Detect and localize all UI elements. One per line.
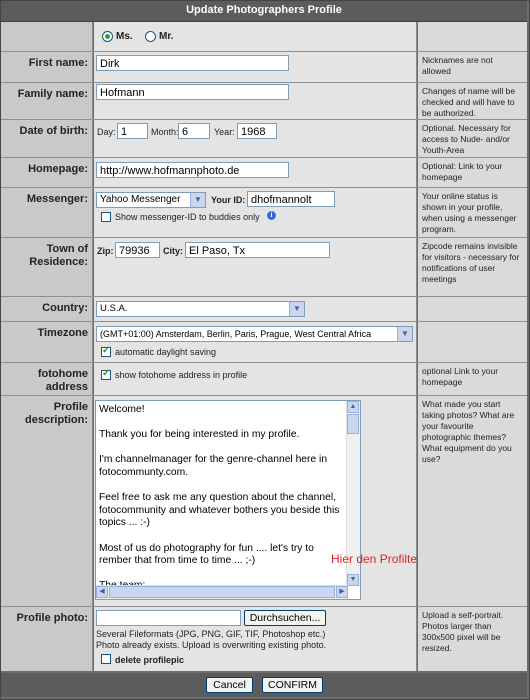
- dst-checkbox[interactable]: [101, 345, 111, 357]
- scroll-thumb-horizontal[interactable]: [109, 586, 335, 598]
- chevron-down-icon: ▼: [397, 327, 412, 341]
- chevron-down-icon: ▼: [190, 193, 205, 207]
- scroll-right-icon[interactable]: ▶: [336, 586, 348, 598]
- timezone-field-cell: (GMT+01:00) Amsterdam, Berlin, Paris, Pr…: [94, 322, 417, 362]
- scroll-left-icon[interactable]: ◀: [96, 586, 108, 598]
- description-hint-text: What made you start taking photos? What …: [422, 399, 515, 464]
- homepage-hint: Optional: Link to your homepage: [418, 158, 527, 187]
- messenger-row: Messenger: Yahoo Messenger ▼ Your ID: dho…: [1, 188, 527, 237]
- dob-year-input[interactable]: 1968: [237, 123, 277, 139]
- description-hint: What made you start taking photos? What …: [418, 396, 527, 606]
- first-name-field-cell: Dirk: [94, 52, 417, 82]
- dst-label: automatic daylight saving: [115, 347, 217, 357]
- country-field-cell: U.S.A. ▼: [94, 297, 417, 321]
- messenger-show-label: Show messenger-ID to buddies only: [115, 212, 260, 222]
- family-name-input[interactable]: Hofmann: [96, 84, 289, 100]
- timezone-hint-cell: [418, 322, 527, 362]
- timezone-select[interactable]: (GMT+01:00) Amsterdam, Berlin, Paris, Pr…: [96, 326, 413, 342]
- photo-exists-text: Photo already exists. Upload is overwrit…: [96, 640, 327, 650]
- family-name-label: Family name:: [1, 83, 93, 119]
- fotohome-hint: optional Link to your homepage: [418, 363, 527, 395]
- dob-month-label: Month:: [151, 127, 179, 137]
- page-title: Update Photographers Profile: [1, 1, 527, 22]
- gender-ms-label: Ms.: [116, 31, 133, 42]
- dob-label: Date of birth:: [1, 120, 93, 157]
- gender-mr-label: Mr.: [159, 31, 174, 42]
- photo-field-cell: Durchsuchen... Several Fileformats (JPG,…: [94, 607, 417, 671]
- timezone-label: Timezone: [1, 322, 93, 362]
- country-hint-cell: [418, 297, 527, 321]
- description-row: Profile description: Welcome! Thank you …: [1, 396, 527, 606]
- scroll-thumb[interactable]: [347, 414, 359, 434]
- photo-hint: Upload a self-portrait. Photos larger th…: [418, 607, 527, 671]
- town-field-cell: Zip: 79936 City: El Paso, Tx: [94, 238, 417, 296]
- gender-mr-radio[interactable]: [145, 31, 156, 42]
- country-label: Country:: [1, 297, 93, 321]
- city-label: City:: [163, 246, 183, 256]
- dob-row: Date of birth: Day: 1 Month: 6 Year: 196…: [1, 120, 527, 157]
- messenger-label: Messenger:: [1, 188, 93, 237]
- fotohome-show-label: show fotohome address in profile: [115, 370, 248, 380]
- zip-label: Zip:: [97, 246, 114, 256]
- browse-button[interactable]: Durchsuchen...: [244, 610, 326, 626]
- messenger-select[interactable]: Yahoo Messenger ▼: [96, 192, 206, 208]
- gender-label-cell: [1, 22, 93, 51]
- city-input[interactable]: El Paso, Tx: [185, 242, 330, 258]
- info-icon[interactable]: i: [267, 211, 276, 220]
- homepage-row: Homepage: http://www.hofmannphoto.de Opt…: [1, 158, 527, 187]
- town-row: Town of Residence: Zip: 79936 City: El P…: [1, 238, 527, 296]
- timezone-row: Timezone (GMT+01:00) Amsterdam, Berlin, …: [1, 322, 527, 362]
- fotohome-row: fotohome address show fotohome address i…: [1, 363, 527, 395]
- first-name-hint: Nicknames are not allowed: [418, 52, 527, 82]
- confirm-button[interactable]: CONFIRM: [262, 677, 323, 693]
- dob-month-input[interactable]: 6: [178, 123, 210, 139]
- scroll-down-icon[interactable]: ▼: [347, 574, 359, 586]
- cancel-button[interactable]: Cancel: [206, 677, 253, 693]
- delete-photo-label: delete profilepic: [115, 655, 185, 665]
- dob-hint: Optional. Necessary for access to Nude- …: [418, 120, 527, 157]
- town-label: Town of Residence:: [1, 238, 93, 296]
- messenger-hint: Your online status is shown in your prof…: [418, 188, 527, 237]
- scroll-up-icon[interactable]: ▲: [347, 401, 359, 413]
- town-hint: Zipcode remains invisible for visitors -…: [418, 238, 527, 296]
- family-name-field-cell: Hofmann: [94, 83, 417, 119]
- messenger-id-label: Your ID:: [211, 195, 246, 205]
- first-name-row: First name: Dirk Nicknames are not allow…: [1, 52, 527, 82]
- family-name-row: Family name: Hofmann Changes of name wil…: [1, 83, 527, 119]
- first-name-input[interactable]: Dirk: [96, 55, 289, 71]
- delete-photo-checkbox[interactable]: [101, 654, 111, 664]
- gender-field-cell: Ms. Mr.: [94, 22, 417, 51]
- chevron-down-icon: ▼: [289, 302, 304, 316]
- zip-input[interactable]: 79936: [115, 242, 160, 258]
- messenger-id-input[interactable]: dhofmannolt: [247, 191, 335, 207]
- homepage-field-cell: http://www.hofmannphoto.de: [94, 158, 417, 187]
- description-label: Profile description:: [1, 396, 93, 606]
- form-footer: Cancel CONFIRM: [1, 673, 527, 697]
- country-select[interactable]: U.S.A. ▼: [96, 301, 305, 317]
- country-row: Country: U.S.A. ▼: [1, 297, 527, 321]
- family-name-hint: Changes of name will be checked and will…: [418, 83, 527, 119]
- first-name-label: First name:: [1, 52, 93, 82]
- dob-day-label: Day:: [97, 127, 116, 137]
- gender-ms-radio[interactable]: [102, 31, 113, 42]
- homepage-input[interactable]: http://www.hofmannphoto.de: [96, 162, 289, 178]
- dob-day-input[interactable]: 1: [117, 123, 148, 139]
- photo-file-input[interactable]: [96, 610, 241, 626]
- fotohome-field-cell: show fotohome address in profile: [94, 363, 417, 395]
- gender-row: Ms. Mr.: [1, 22, 527, 51]
- dob-field-cell: Day: 1 Month: 6 Year: 1968: [94, 120, 417, 157]
- gender-hint-cell: [418, 22, 527, 51]
- photo-row: Profile photo: Durchsuchen... Several Fi…: [1, 607, 527, 671]
- photo-label: Profile photo:: [1, 607, 93, 671]
- messenger-field-cell: Yahoo Messenger ▼ Your ID: dhofmannolt Sh…: [94, 188, 417, 237]
- messenger-show-checkbox[interactable]: [101, 212, 111, 222]
- fotohome-label: fotohome address: [1, 363, 93, 395]
- dob-year-label: Year:: [214, 127, 235, 137]
- description-text: Welcome! Thank you for being interested …: [99, 404, 340, 586]
- fotohome-checkbox[interactable]: [101, 368, 111, 380]
- homepage-label: Homepage:: [1, 158, 93, 187]
- description-textarea[interactable]: Welcome! Thank you for being interested …: [95, 400, 361, 600]
- photo-formats-text: Several Fileformats (JPG, PNG, GIF, TIF,…: [96, 629, 326, 639]
- horizontal-scrollbar[interactable]: ◀ ▶: [96, 585, 348, 599]
